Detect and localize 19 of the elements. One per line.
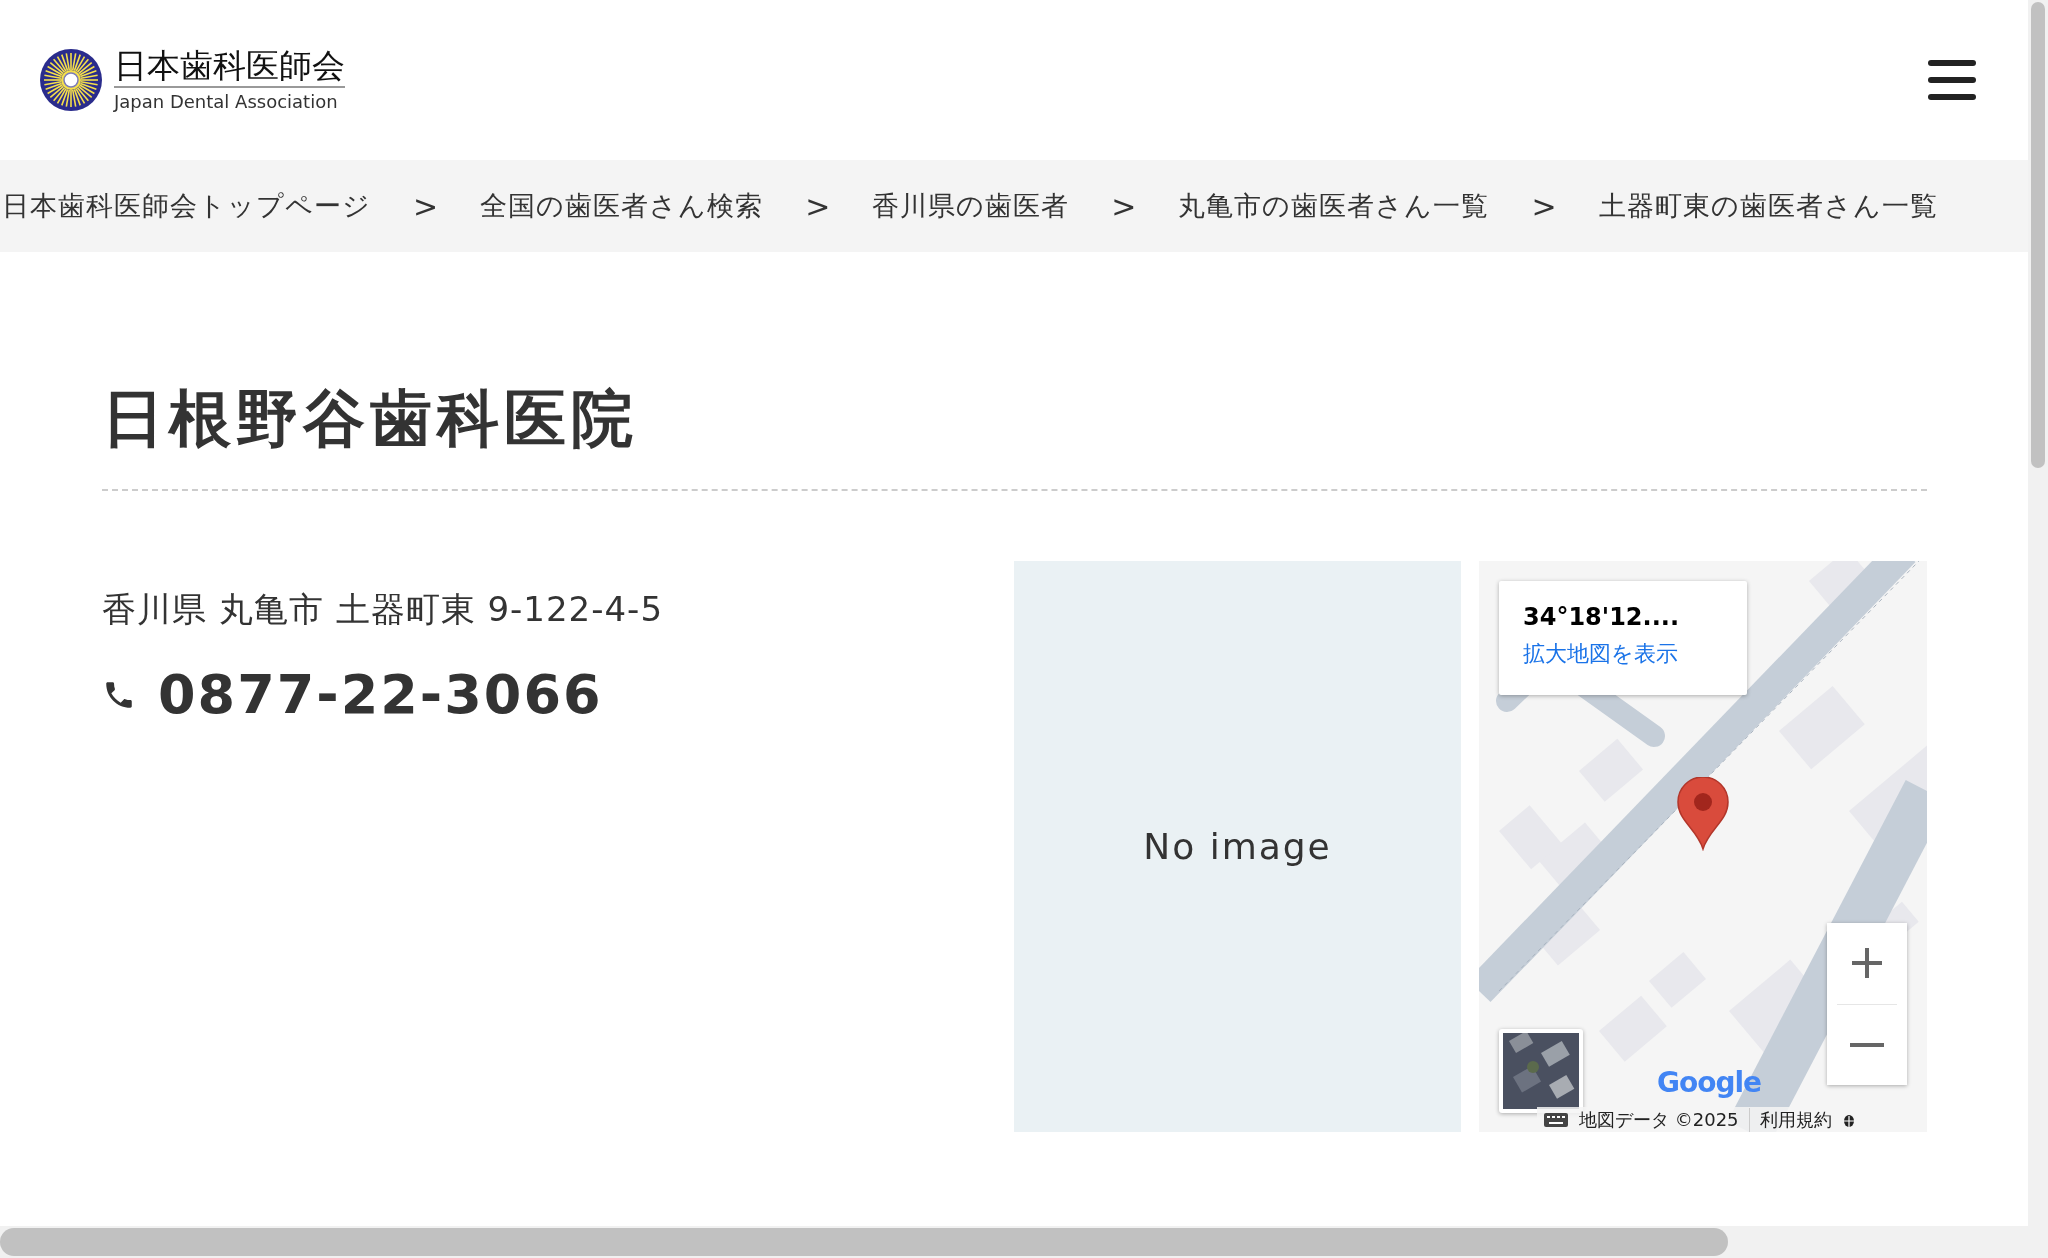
- phone-number: 0877-22-3066: [158, 663, 603, 726]
- breadcrumb-link[interactable]: 全国の歯医者さん検索: [480, 188, 764, 224]
- breadcrumb-link[interactable]: 香川県の歯医者: [872, 188, 1070, 224]
- clinic-name: 日根野谷歯科医院: [102, 252, 1927, 491]
- breadcrumb-link[interactable]: 日本歯科医師会トップページ: [2, 188, 371, 224]
- menu-icon[interactable]: [1928, 60, 1976, 100]
- breadcrumb-separator: >: [1531, 188, 1557, 224]
- breadcrumb-separator: >: [413, 188, 439, 224]
- no-image-text: No image: [1143, 826, 1332, 867]
- horizontal-scrollbar[interactable]: [0, 1226, 2048, 1258]
- vertical-scrollbar[interactable]: [2028, 0, 2048, 1226]
- clinic-address: 香川県 丸亀市 土器町東 9-122-4-5: [102, 588, 665, 631]
- logo-subtitle: Japan Dental Association: [114, 91, 339, 113]
- breadcrumb-separator: >: [1111, 188, 1137, 224]
- breadcrumb-link[interactable]: 丸亀市の歯医者さん一覧: [1178, 188, 1490, 224]
- breadcrumb-link[interactable]: 土器町東の歯医者さん一覧: [1598, 188, 1938, 224]
- emblem-icon: [40, 49, 102, 111]
- logo-title: 日本歯科医師会: [114, 47, 345, 89]
- breadcrumb-separator: >: [805, 188, 831, 224]
